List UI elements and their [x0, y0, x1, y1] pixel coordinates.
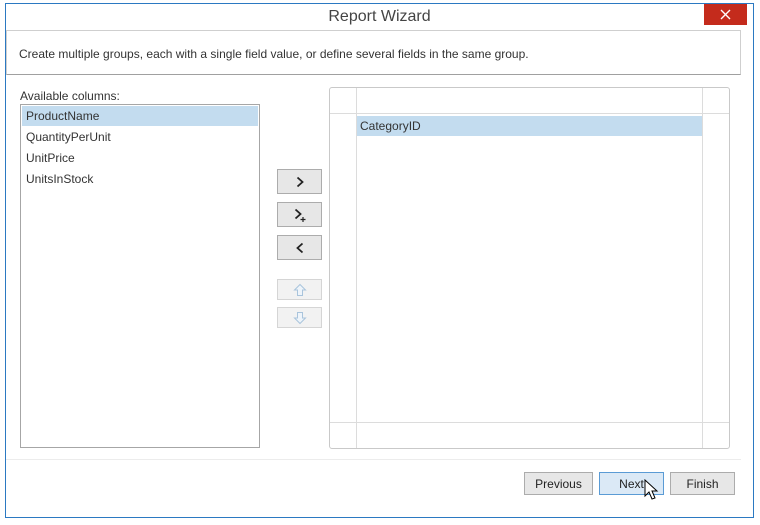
grid-line: [356, 88, 357, 448]
list-item[interactable]: QuantityPerUnit: [22, 127, 258, 147]
available-columns-list[interactable]: ProductName QuantityPerUnit UnitPrice Un…: [20, 104, 260, 448]
list-item[interactable]: UnitsInStock: [22, 169, 258, 189]
add-field-button[interactable]: [277, 169, 322, 194]
remove-field-button[interactable]: [277, 235, 322, 260]
move-up-button[interactable]: [277, 279, 322, 300]
arrow-down-icon: [292, 311, 307, 324]
close-button[interactable]: [704, 4, 747, 25]
footer-separator: [6, 459, 741, 460]
grid-line: [702, 88, 703, 448]
arrow-up-icon: [292, 283, 307, 296]
mouse-pointer-icon: [644, 479, 659, 500]
group-row[interactable]: CategoryID: [357, 116, 702, 136]
chevron-right-icon: [296, 176, 304, 187]
move-down-button[interactable]: [277, 307, 322, 328]
grid-line: [330, 113, 729, 114]
list-item[interactable]: UnitPrice: [22, 148, 258, 168]
previous-button[interactable]: Previous: [524, 472, 593, 495]
close-icon: [720, 9, 731, 20]
description-text: Create multiple groups, each with a sing…: [19, 47, 529, 61]
group-fields-grid[interactable]: CategoryID: [329, 87, 730, 449]
grid-line: [330, 422, 729, 423]
finish-button[interactable]: Finish: [670, 472, 735, 495]
add-to-group-button[interactable]: [277, 202, 322, 227]
chevron-right-plus-icon: [294, 208, 305, 222]
available-columns-label: Available columns:: [20, 89, 120, 103]
window-title: Report Wizard: [328, 8, 431, 25]
list-item[interactable]: ProductName: [22, 106, 258, 126]
description-panel: Create multiple groups, each with a sing…: [6, 30, 741, 75]
chevron-left-icon: [295, 242, 303, 253]
